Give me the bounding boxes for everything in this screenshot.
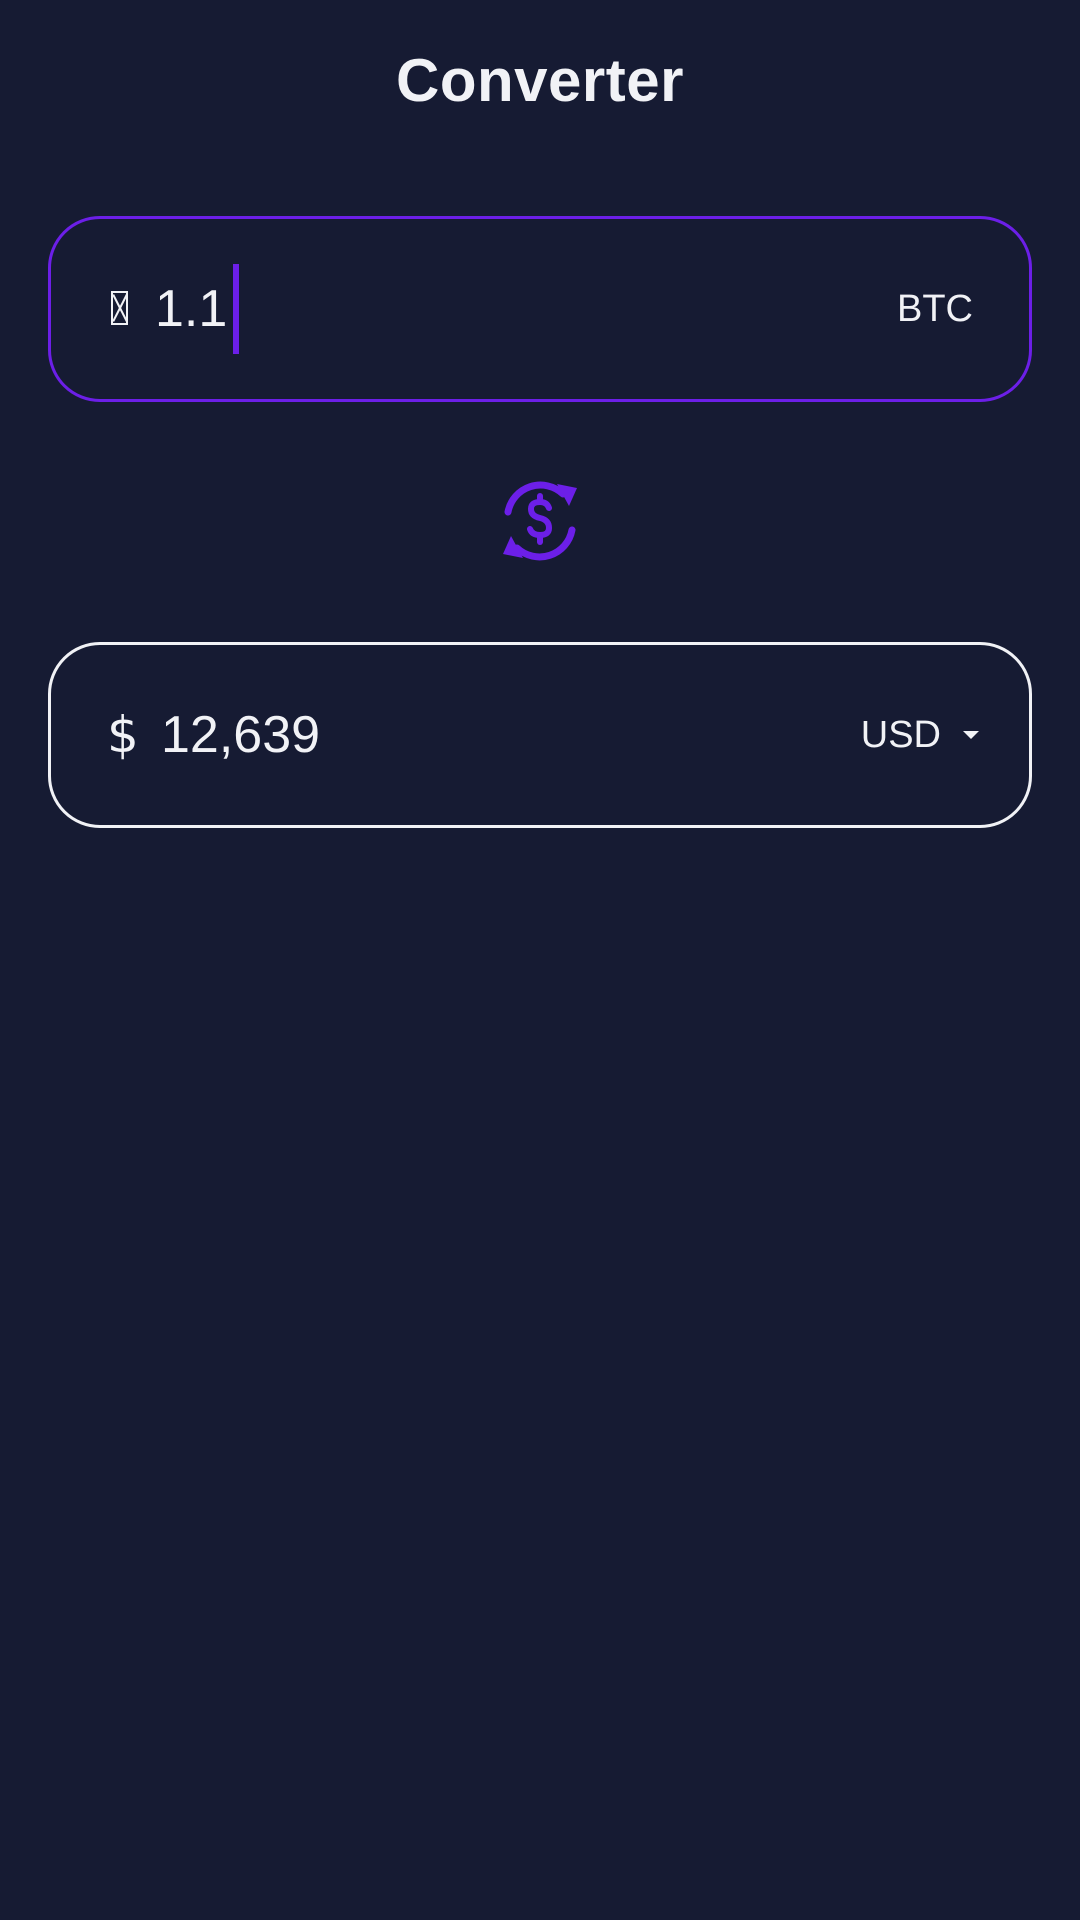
to-currency-symbol: $ xyxy=(107,706,139,764)
to-currency-dropdown[interactable]: USD xyxy=(861,714,979,757)
from-amount-field[interactable]: 1.1 BTC xyxy=(48,216,1032,402)
from-currency-code: BTC xyxy=(897,287,973,330)
to-currency-code: USD xyxy=(860,713,941,756)
currency-exchange-icon[interactable] xyxy=(497,478,583,564)
from-amount-input[interactable]: 1.1 xyxy=(155,264,240,354)
to-amount-value: 12,639 xyxy=(161,706,321,764)
bitcoin-symbol-icon xyxy=(111,291,128,325)
text-cursor xyxy=(233,264,240,354)
caret-down-icon xyxy=(963,731,979,739)
to-amount-field[interactable]: $ 12,639 USD xyxy=(48,642,1032,828)
converter-screen: Converter 1.1 BTC $ 12,639 USD xyxy=(0,0,1080,1920)
from-amount-value: 1.1 xyxy=(155,280,228,338)
page-title: Converter xyxy=(396,47,684,114)
